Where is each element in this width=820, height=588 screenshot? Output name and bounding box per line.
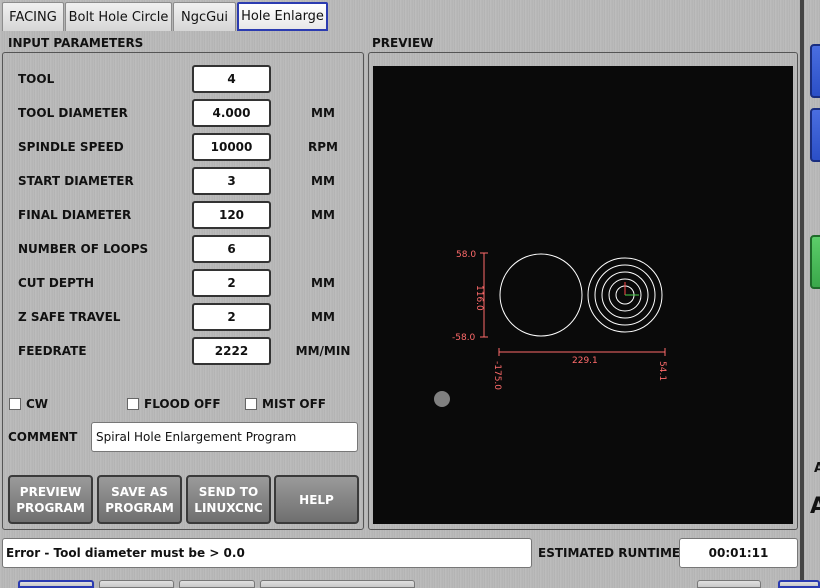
send-button-line1: SEND TO [198, 484, 259, 499]
preview-button-line1: PREVIEW [19, 484, 82, 499]
unit-feedrate: MM/MIN [295, 344, 351, 358]
bottom-tab-3[interactable] [179, 580, 255, 588]
unit-cut-depth: MM [311, 276, 335, 290]
param-label-final-diameter: FINAL DIAMETER [18, 208, 132, 222]
preview-canvas: 58.0 -58.0 116.0 229.1 -175.0 54.1 [373, 66, 793, 524]
spindle-speed-input[interactable]: 10000 [192, 133, 271, 161]
unit-z-safe-travel: MM [311, 310, 335, 324]
input-parameters-title: INPUT PARAMETERS [8, 36, 144, 50]
origin-marker-icon [434, 391, 450, 407]
unit-final-diameter: MM [311, 208, 335, 222]
cw-checkbox[interactable] [9, 398, 21, 410]
cut-depth-input[interactable]: 2 [192, 269, 271, 297]
mist-label: MIST OFF [262, 397, 327, 411]
preview-graphic: 58.0 -58.0 116.0 229.1 -175.0 54.1 [434, 250, 667, 407]
runtime-value: 00:01:11 [679, 538, 798, 568]
bottom-tab-4[interactable] [260, 580, 415, 588]
save-button-line2: PROGRAM [105, 500, 174, 515]
cw-label: CW [26, 397, 49, 411]
number-of-loops-input[interactable]: 6 [192, 235, 271, 263]
status-message: Error - Tool diameter must be > 0.0 [2, 538, 532, 568]
preview-program-button[interactable]: PREVIEW PROGRAM [8, 475, 93, 524]
comment-label: COMMENT [8, 430, 78, 444]
param-label-spindle-speed: SPINDLE SPEED [18, 140, 124, 154]
preview-title: PREVIEW [372, 36, 434, 50]
dim-right-label: 54.1 [657, 361, 667, 381]
flood-label: FLOOD OFF [144, 397, 221, 411]
unit-tool-diameter: MM [311, 106, 335, 120]
feedrate-input[interactable]: 2222 [192, 337, 271, 365]
runtime-label: ESTIMATED RUNTIME [538, 546, 681, 560]
param-label-feedrate: FEEDRATE [18, 344, 87, 358]
side-letter-small: A [814, 461, 820, 476]
help-button-label: HELP [299, 492, 334, 507]
param-label-number-of-loops: NUMBER OF LOOPS [18, 242, 149, 256]
tool-input[interactable]: 4 [192, 65, 271, 93]
unit-spindle-speed: RPM [308, 140, 338, 154]
param-label-cut-depth: CUT DEPTH [18, 276, 95, 290]
input-parameters-frame [2, 52, 364, 530]
dim-width-label: 229.1 [572, 356, 598, 366]
dim-left-label: -175.0 [492, 361, 502, 390]
bottom-tab-6[interactable] [778, 580, 820, 588]
comment-input[interactable]: Spiral Hole Enlargement Program [91, 422, 358, 452]
final-diameter-input[interactable]: 120 [192, 201, 271, 229]
param-label-tool: TOOL [18, 72, 55, 86]
z-safe-travel-input[interactable]: 2 [192, 303, 271, 331]
send-button-line2: LINUXCNC [194, 500, 263, 515]
flood-checkbox[interactable] [127, 398, 139, 410]
bottom-tab-1[interactable] [18, 580, 94, 588]
unit-start-diameter: MM [311, 174, 335, 188]
side-letter-large: A [810, 494, 820, 519]
dim-top-label: 58.0 [456, 250, 476, 260]
dim-bottom-label: -58.0 [452, 333, 476, 343]
side-button-blue-2[interactable] [810, 108, 820, 162]
bottom-tab-5[interactable] [697, 580, 761, 588]
tool-diameter-input[interactable]: 4.000 [192, 99, 271, 127]
tab-ngcgui[interactable]: NgcGui [173, 2, 236, 31]
help-button[interactable]: HELP [274, 475, 359, 524]
final-hole-circle [499, 253, 583, 337]
mist-checkbox[interactable] [245, 398, 257, 410]
param-label-start-diameter: START DIAMETER [18, 174, 134, 188]
side-button-blue-1[interactable] [810, 44, 820, 98]
send-to-linuxcnc-button[interactable]: SEND TO LINUXCNC [186, 475, 271, 524]
dim-height-label: 116.0 [474, 285, 484, 311]
side-button-green[interactable] [810, 235, 820, 289]
param-label-tool-diameter: TOOL DIAMETER [18, 106, 128, 120]
save-as-program-button[interactable]: SAVE AS PROGRAM [97, 475, 182, 524]
tab-facing[interactable]: FACING [2, 2, 64, 31]
tab-bolt-hole-circle[interactable]: Bolt Hole Circle [65, 2, 172, 31]
param-label-z-safe-travel: Z SAFE TRAVEL [18, 310, 121, 324]
tab-hole-enlarge[interactable]: Hole Enlarge [237, 2, 328, 31]
bottom-tab-2[interactable] [99, 580, 174, 588]
panel-divider [800, 0, 804, 585]
start-diameter-input[interactable]: 3 [192, 167, 271, 195]
save-button-line1: SAVE AS [111, 484, 168, 499]
preview-button-line2: PROGRAM [16, 500, 85, 515]
